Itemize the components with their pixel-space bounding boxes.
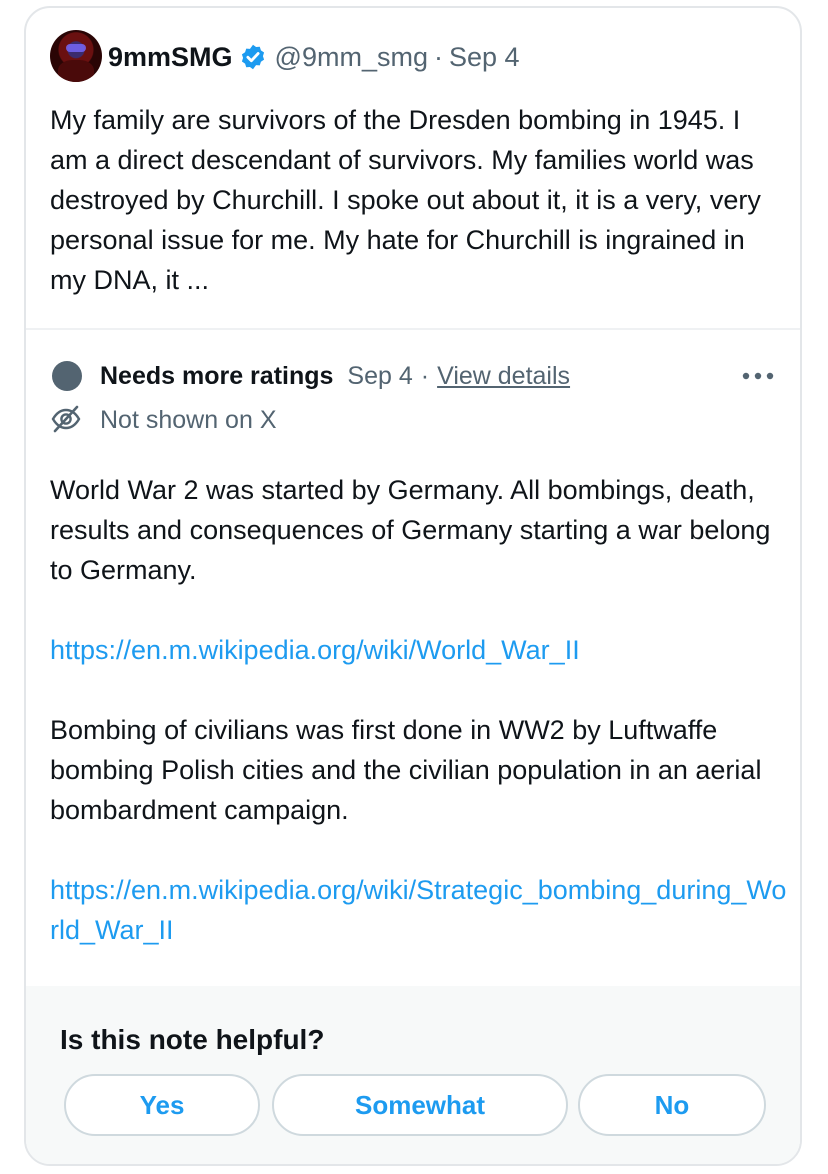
status-dot — [52, 361, 82, 391]
note-date: Sep 4 — [347, 361, 413, 390]
more-options-icon[interactable] — [738, 366, 778, 386]
author-handle[interactable]: @9mm_smg — [275, 42, 428, 73]
yes-button[interactable]: Yes — [64, 1074, 260, 1136]
separator-dot: · — [433, 41, 443, 72]
somewhat-button[interactable]: Somewhat — [272, 1074, 568, 1136]
community-note-card: 9mmSMG @9mm_smg · Sep 4 My family are su… — [24, 6, 802, 1166]
note-meta: Needs more ratings Sep 4 · View details — [100, 358, 570, 394]
eye-slash-icon — [51, 405, 81, 433]
note-status: Needs more ratings — [100, 361, 334, 390]
tweet-date[interactable]: Sep 4 — [449, 42, 520, 73]
author-name[interactable]: 9mmSMG — [108, 42, 233, 73]
note-paragraph-2: Bombing of civilians was first done in W… — [50, 715, 762, 825]
tweet-text: My family are survivors of the Dresden b… — [50, 105, 761, 295]
rating-panel: Is this note helpful? Yes Somewhat No — [26, 986, 800, 1164]
no-button[interactable]: No — [578, 1074, 766, 1136]
visibility-status: Not shown on X — [100, 406, 277, 434]
divider — [26, 328, 800, 330]
note-link-1[interactable]: https://en.m.wikipedia.org/wiki/World_Wa… — [50, 630, 790, 670]
helpful-question: Is this note helpful? — [60, 1024, 325, 1055]
view-details-link[interactable]: View details — [437, 362, 570, 391]
avatar[interactable] — [50, 30, 102, 82]
separator-dot: · — [420, 361, 430, 390]
verified-badge-icon — [241, 44, 264, 70]
note-paragraph-1: World War 2 was started by Germany. All … — [50, 475, 771, 585]
tweet-header: 9mmSMG @9mm_smg · Sep 4 — [108, 40, 520, 74]
note-link-2[interactable]: https://en.m.wikipedia.org/wiki/Strategi… — [50, 870, 790, 950]
